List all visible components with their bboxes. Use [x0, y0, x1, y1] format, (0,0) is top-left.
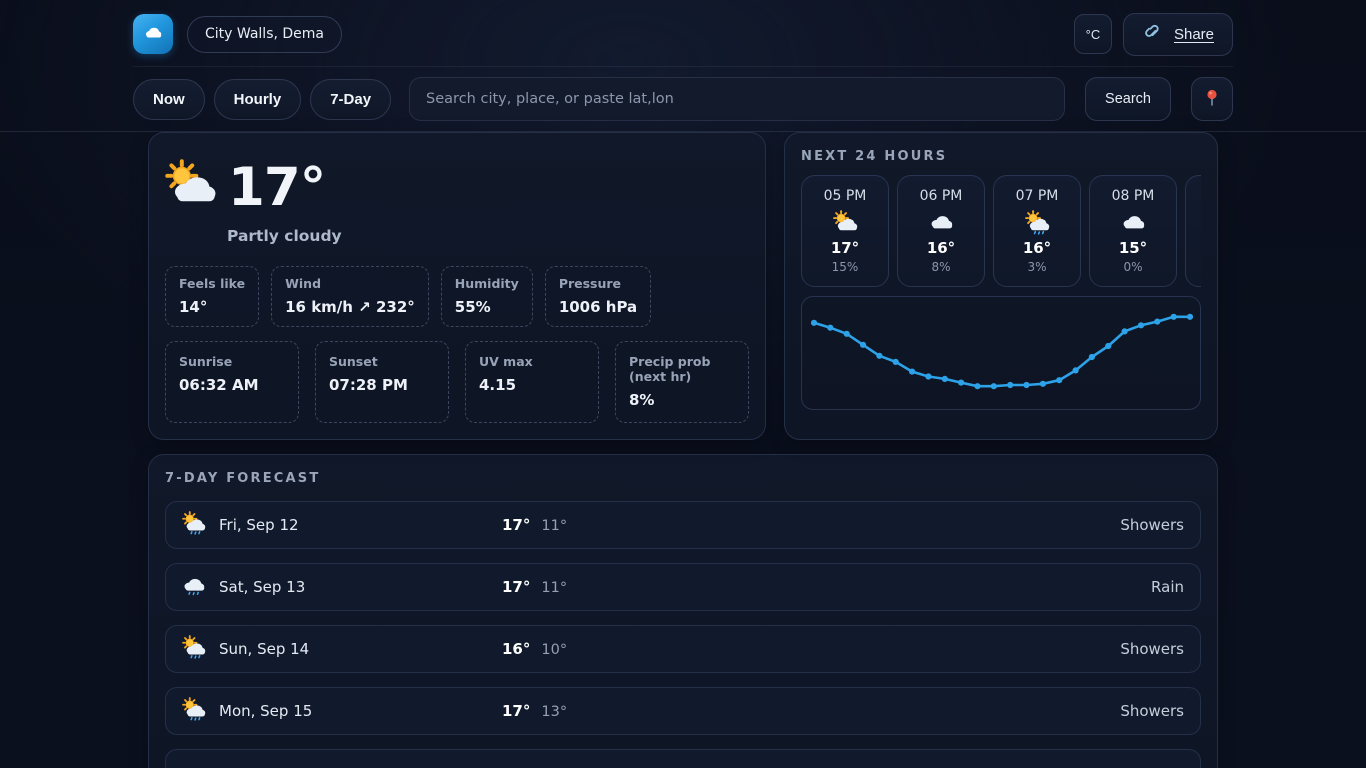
stat-pressure: Pressure 1006 hPa [545, 266, 651, 327]
hour-precip: 3% [1027, 260, 1046, 274]
forecast-row-sun[interactable]: Sun, Sep 14 16° 10° Showers [165, 625, 1201, 673]
hour-card-08-pm: 08 PM 15° 0% [1089, 175, 1177, 287]
stat-humidity: Humidity 55% [441, 266, 533, 327]
use-my-location-button[interactable] [1191, 77, 1233, 121]
hour-temp: 16° [1023, 239, 1051, 257]
app-header: City Walls, Dema °C Share Now Hourly 7-D… [0, 0, 1366, 132]
forecast-row-partial[interactable] [165, 749, 1201, 768]
day-high-temp: 16° [502, 640, 530, 658]
share-label: Share [1174, 26, 1214, 43]
next-24-hours-title: NEXT 24 HOURS [801, 149, 1201, 164]
day-low-temp: 11° [541, 580, 567, 596]
search-input[interactable] [409, 77, 1065, 121]
tab-now[interactable]: Now [133, 79, 205, 120]
day-low-temp: 11° [541, 518, 567, 534]
hour-temp: 15° [1119, 239, 1147, 257]
next-24-hours-card: NEXT 24 HOURS 05 PM 17° 15% 06 PM 16° 8% 07 PM… [784, 132, 1218, 440]
seven-day-forecast-title: 7-DAY FORECAST [165, 471, 1201, 486]
hour-precip: 0% [1123, 260, 1142, 274]
day-condition: Showers [1120, 516, 1184, 534]
link-icon [1142, 21, 1166, 48]
location-chip: City Walls, Dema [187, 16, 342, 53]
sun-behind-cloud-icon [833, 209, 858, 235]
temperature-sparkline [801, 296, 1201, 410]
app-logo [133, 14, 173, 54]
hour-card-05-pm: 05 PM 17° 15% [801, 175, 889, 287]
hour-time: 07 PM [1016, 188, 1059, 204]
stat-precip-prob: Precip prob (next hr) 8% [615, 341, 749, 423]
header-divider [133, 66, 1233, 67]
round-pushpin-icon [1200, 86, 1224, 113]
rain-cloud-icon [182, 573, 206, 601]
hour-temp: 17° [831, 239, 859, 257]
partly-cloudy-icon [165, 159, 217, 215]
stat-sunrise: Sunrise 06:32 AM [165, 341, 299, 423]
hour-time: 06 PM [920, 188, 963, 204]
forecast-row-fri[interactable]: Fri, Sep 12 17° 11° Showers [165, 501, 1201, 549]
forecast-row-sat[interactable]: Sat, Sep 13 17° 11° Rain [165, 563, 1201, 611]
hour-card-06-pm: 06 PM 16° 8% [897, 175, 985, 287]
share-button[interactable]: Share [1123, 13, 1233, 56]
seven-day-forecast-card: 7-DAY FORECAST Fri, Sep 1217°11°ShowersS… [148, 454, 1218, 768]
stat-wind: Wind 16 km/h ↗ 232° [271, 266, 429, 327]
location-label: City Walls, Dema [205, 26, 324, 42]
stat-sunset: Sunset 07:28 PM [315, 341, 449, 423]
day-high-temp: 17° [502, 578, 530, 596]
day-low-temp: 13° [541, 704, 567, 720]
day-high-temp: 17° [502, 516, 530, 534]
hour-time: 05 PM [824, 188, 867, 204]
hour-time: 08 PM [1112, 188, 1155, 204]
tab-hourly[interactable]: Hourly [214, 79, 302, 120]
cloud-icon [929, 209, 954, 235]
hour-precip: 8% [931, 260, 950, 274]
sun-behind-rain-cloud-icon [182, 697, 206, 725]
sun-behind-rain-cloud-icon [182, 511, 206, 539]
hour-card-07-pm: 07 PM 16° 3% [993, 175, 1081, 287]
forecast-rows: Fri, Sep 12 17° 11° Showers Sat, Sep 13 17° 11… [165, 501, 1201, 768]
stat-feels-like: Feels like 14° [165, 266, 259, 327]
stat-uv-max: UV max 4.15 [465, 341, 599, 423]
cloud-icon [1121, 209, 1146, 235]
hour-precip: 15% [832, 260, 859, 274]
unit-label: °C [1086, 27, 1101, 42]
day-label: Fri, Sep 12 [219, 516, 299, 534]
hourly-scroller[interactable]: 05 PM17°15%06 PM16°8%07 PM16°3%08 PM15°0… [801, 175, 1201, 287]
hour-card-09-pm: 09 PM15°0% [1185, 175, 1201, 287]
search-button[interactable]: Search [1085, 77, 1171, 121]
current-conditions-card: 17° Partly cloudy Feels like 14° Wind 16… [148, 132, 766, 440]
day-low-temp: 10° [541, 642, 567, 658]
sun-behind-rain-cloud-icon [1025, 209, 1050, 235]
unit-toggle-button[interactable]: °C [1074, 14, 1112, 54]
current-temperature: 17° [228, 161, 325, 214]
forecast-row-mon[interactable]: Mon, Sep 15 17° 13° Showers [165, 687, 1201, 735]
current-condition-text: Partly cloudy [227, 227, 749, 245]
day-condition: Showers [1120, 640, 1184, 658]
day-high-temp: 17° [502, 702, 530, 720]
day-label: Sun, Sep 14 [219, 640, 309, 658]
day-condition: Rain [1151, 578, 1184, 596]
tab-7day[interactable]: 7-Day [310, 79, 391, 120]
hour-temp: 16° [927, 239, 955, 257]
cloud-icon [141, 20, 165, 48]
sparkline-svg [802, 297, 1201, 409]
day-label: Mon, Sep 15 [219, 702, 312, 720]
day-condition: Showers [1120, 702, 1184, 720]
sun-behind-rain-cloud-icon [182, 635, 206, 663]
day-label: Sat, Sep 13 [219, 578, 305, 596]
